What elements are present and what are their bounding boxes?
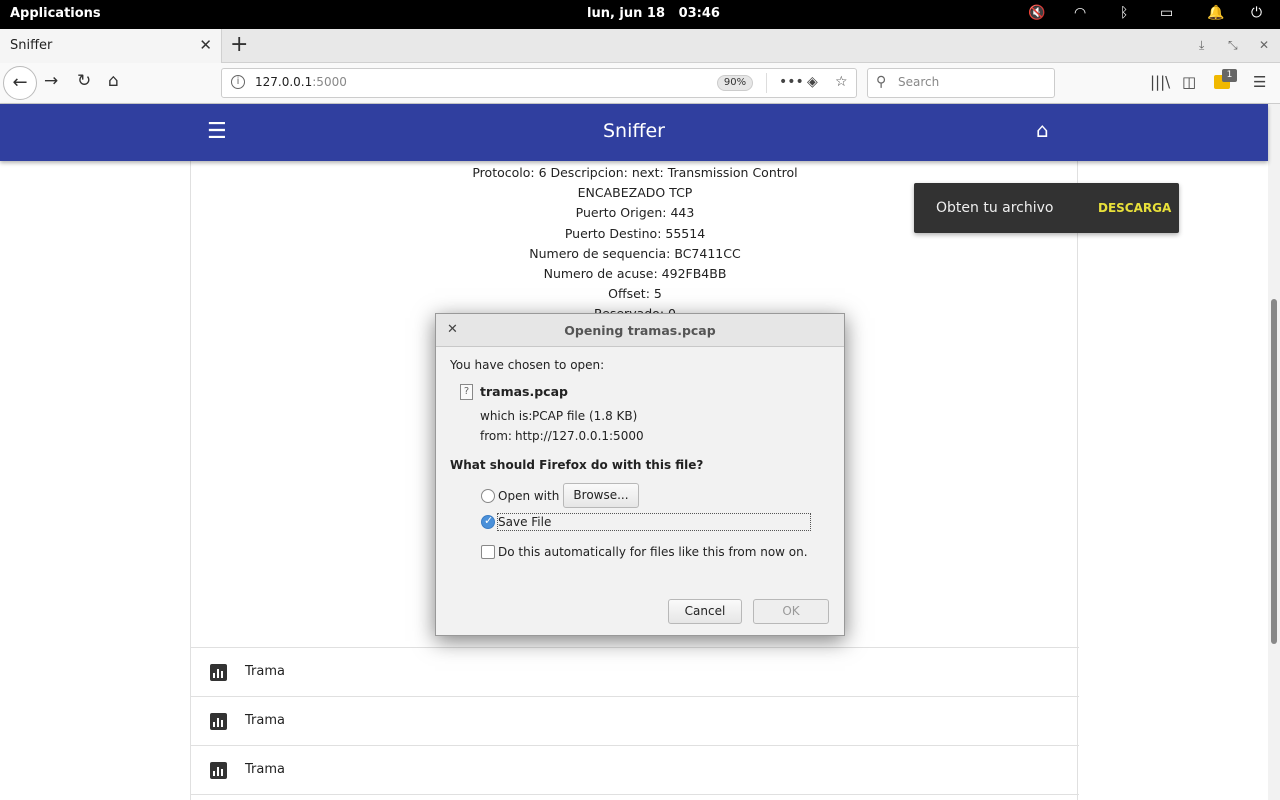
restore-window-icon[interactable]: ⤡ bbox=[1228, 38, 1238, 53]
search-icon: ⚲ bbox=[876, 74, 887, 90]
bookmark-star-icon[interactable]: ☆ bbox=[835, 74, 848, 90]
detail-line: Numero de acuse: 492FB4BB bbox=[543, 265, 727, 281]
pocket-icon[interactable]: ◈ bbox=[807, 74, 818, 90]
file-name: tramas.pcap bbox=[480, 384, 568, 399]
volume-muted-icon[interactable]: 🔇 bbox=[1028, 5, 1045, 21]
cancel-button[interactable]: Cancel bbox=[668, 599, 742, 624]
dialog-question: What should Firefox do with this file? bbox=[450, 458, 704, 472]
list-item[interactable]: Trama bbox=[191, 696, 1079, 745]
reload-button[interactable]: ↻ bbox=[77, 71, 91, 91]
bar-chart-icon bbox=[210, 713, 227, 730]
app-header: ☰ Sniffer ⌂ bbox=[0, 104, 1268, 161]
page-title: Sniffer bbox=[603, 120, 665, 142]
sidebar-icon[interactable]: ◫ bbox=[1182, 73, 1196, 91]
bell-icon[interactable]: 🔔 bbox=[1207, 5, 1224, 21]
home-icon[interactable]: ⌂ bbox=[1036, 118, 1049, 142]
url-separator bbox=[766, 73, 767, 93]
forward-button[interactable]: → bbox=[44, 71, 58, 91]
unknown-file-icon: ? bbox=[460, 384, 473, 400]
tab-title: Sniffer bbox=[10, 38, 53, 53]
power-icon[interactable]: ⏻ bbox=[1251, 5, 1262, 21]
scrollbar-thumb[interactable] bbox=[1271, 299, 1277, 644]
bluetooth-icon[interactable]: ᛒ bbox=[1120, 5, 1128, 21]
page-scrollbar[interactable] bbox=[1268, 104, 1280, 800]
download-window-icon[interactable]: ⤓ bbox=[1199, 38, 1204, 53]
detail-line: Offset: 5 bbox=[608, 286, 662, 302]
download-action-button[interactable]: DESCARGA bbox=[1098, 201, 1171, 215]
list-item[interactable]: Trama bbox=[191, 745, 1079, 794]
battery-icon[interactable]: ▭ bbox=[1160, 5, 1173, 21]
list-item-label: Trama bbox=[245, 664, 285, 679]
which-is-label: which is: bbox=[480, 409, 533, 423]
dialog-title: Opening tramas.pcap bbox=[564, 323, 716, 338]
search-bar[interactable]: ⚲ bbox=[867, 68, 1055, 98]
extension-badge: 1 bbox=[1222, 69, 1237, 82]
list-item[interactable]: Trama bbox=[191, 647, 1079, 696]
dialog-titlebar: ✕ Opening tramas.pcap bbox=[436, 314, 844, 347]
navigation-toolbar: ← → ↻ ⌂ i 127.0.0.1:5000 90% ••• ◈ ☆ ⚲ |… bbox=[0, 63, 1280, 104]
list-item[interactable] bbox=[191, 794, 1079, 800]
detail-line: Protocolo: 6 Descripcion: next: Transmis… bbox=[472, 165, 798, 180]
bar-chart-icon bbox=[210, 664, 227, 681]
open-with-radio[interactable] bbox=[481, 489, 495, 503]
snackbar: Obten tu archivo DESCARGA bbox=[914, 183, 1179, 233]
auto-action-label[interactable]: Do this automatically for files like thi… bbox=[498, 545, 808, 559]
tab-bar: Sniffer ✕ + ⤓ ⤡ ✕ bbox=[0, 29, 1280, 63]
bar-chart-icon bbox=[210, 762, 227, 779]
list-item-label: Trama bbox=[245, 762, 285, 777]
file-source: http://127.0.0.1:5000 bbox=[515, 429, 644, 443]
open-file-dialog: ✕ Opening tramas.pcap You have chosen to… bbox=[435, 313, 845, 636]
detail-line: Numero de sequencia: BC7411CC bbox=[529, 245, 741, 261]
more-actions-icon[interactable]: ••• bbox=[779, 74, 804, 90]
wifi-icon[interactable]: ◠ bbox=[1074, 5, 1086, 21]
save-file-label[interactable]: Save File bbox=[498, 515, 551, 529]
system-top-bar: Applications lun, jun 18 03:46 🔇 ◠ ᛒ ▭ 🔔… bbox=[0, 0, 1280, 29]
url-text[interactable]: 127.0.0.1:5000 bbox=[255, 75, 347, 89]
open-with-label[interactable]: Open with bbox=[498, 489, 559, 503]
back-button[interactable]: ← bbox=[3, 66, 37, 100]
snackbar-message: Obten tu archivo bbox=[936, 200, 1054, 216]
from-label: from: bbox=[480, 429, 512, 443]
clock[interactable]: lun, jun 18 03:46 bbox=[587, 6, 720, 21]
ok-button[interactable]: OK bbox=[753, 599, 829, 624]
close-window-icon[interactable]: ✕ bbox=[1259, 38, 1269, 52]
search-input[interactable] bbox=[898, 75, 1048, 89]
dialog-intro: You have chosen to open: bbox=[450, 358, 605, 372]
zoom-indicator[interactable]: 90% bbox=[717, 75, 753, 91]
save-file-radio[interactable] bbox=[481, 514, 495, 529]
hamburger-menu-icon[interactable]: ☰ bbox=[1253, 73, 1266, 91]
auto-action-checkbox[interactable] bbox=[481, 545, 495, 559]
home-button[interactable]: ⌂ bbox=[108, 71, 119, 91]
new-tab-icon[interactable]: + bbox=[230, 32, 248, 57]
close-tab-icon[interactable]: ✕ bbox=[199, 36, 212, 54]
browse-button[interactable]: Browse... bbox=[563, 483, 639, 508]
tab-sniffer[interactable]: Sniffer ✕ bbox=[0, 29, 222, 63]
url-bar[interactable]: i 127.0.0.1:5000 90% ••• ◈ ☆ bbox=[221, 68, 857, 98]
arrow-left-icon: ← bbox=[12, 72, 28, 93]
info-icon[interactable]: i bbox=[231, 75, 245, 89]
library-icon[interactable]: |||\ bbox=[1150, 73, 1170, 91]
file-type: PCAP file (1.8 KB) bbox=[532, 409, 638, 423]
applications-menu[interactable]: Applications bbox=[10, 6, 101, 21]
list-item-label: Trama bbox=[245, 713, 285, 728]
